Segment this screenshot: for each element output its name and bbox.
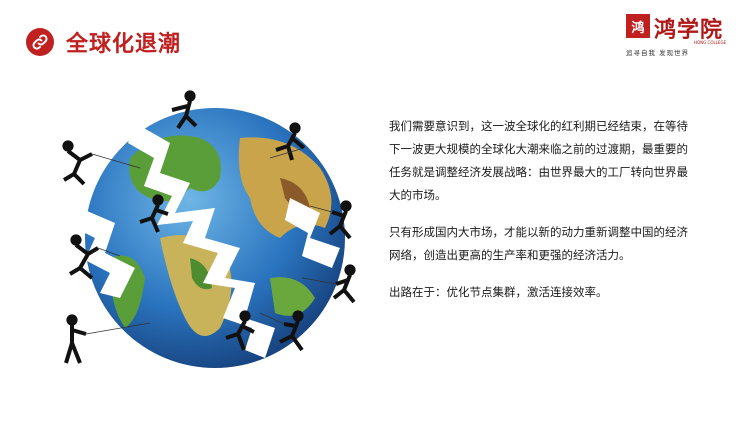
logo: 鸿 鸿学院 HONG COLLEGE 追寻自我 发现世界 <box>626 14 738 60</box>
paragraph-1: 我们需要意识到，这一波全球化的红利期已经结束，在等待下一波更大规模的全球化大潮来… <box>389 119 688 202</box>
paragraph-3: 出路在于：优化节点集群，激活连接效率。 <box>389 285 608 299</box>
paragraph-2: 只有形成国内大市场，才能以新的动力重新调整中国的经济网络，创造出更高的生产率和更… <box>389 225 688 262</box>
link-icon <box>26 28 54 56</box>
content-text: 我们需要意识到，这一波全球化的红利期已经结束，在等待下一波更大规模的全球化大潮来… <box>389 115 699 318</box>
logo-slogan: 追寻自我 发现世界 <box>626 49 690 57</box>
logo-english: HONG COLLEGE <box>694 40 727 45</box>
globe <box>85 108 345 368</box>
logo-seal: 鸿 <box>626 14 650 38</box>
page-title: 全球化退潮 <box>66 32 182 57</box>
cracked-globe-illustration <box>40 88 370 378</box>
figure <box>62 140 93 186</box>
figure <box>64 314 87 364</box>
